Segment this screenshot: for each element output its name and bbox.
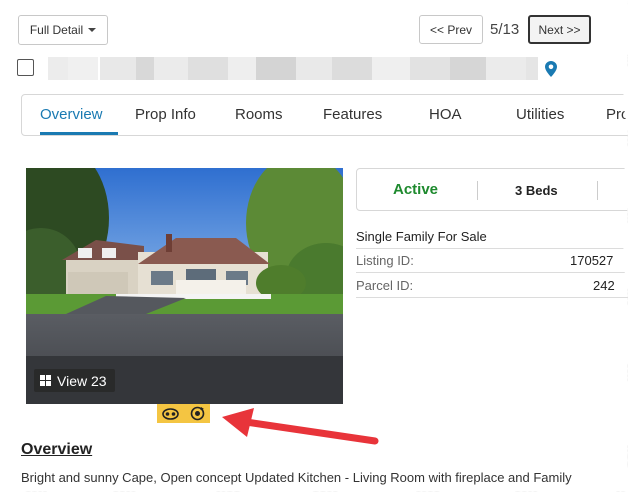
prev-button[interactable]: << Prev <box>419 15 483 44</box>
360-view-icon[interactable] <box>190 406 205 421</box>
listing-id-value: 170527 <box>570 253 614 268</box>
listing-status: Active <box>393 181 439 198</box>
beds-count: 3 Beds <box>515 183 558 198</box>
tab-utilities[interactable]: Utilities <box>516 106 564 123</box>
view-photos-button[interactable]: View 23 <box>34 369 115 392</box>
caret-down-icon <box>88 28 97 32</box>
select-listing-checkbox[interactable] <box>17 59 34 76</box>
media-icon-strip <box>157 404 210 423</box>
active-tab-indicator <box>40 132 118 135</box>
overview-description: Bright and sunny Cape, Open concept Upda… <box>21 470 572 485</box>
property-type: Single Family For Sale <box>356 229 487 244</box>
listing-id-label: Listing ID: <box>356 253 414 268</box>
tab-overview[interactable]: Overview <box>40 106 103 123</box>
status-divider <box>477 181 478 200</box>
tab-hoa[interactable]: HOA <box>429 106 462 123</box>
parcel-id-value: 242 <box>593 278 615 293</box>
property-type-row: Single Family For Sale <box>356 225 628 249</box>
tab-rooms[interactable]: Rooms <box>235 106 283 123</box>
parcel-id-row: Parcel ID: 242 <box>356 274 628 298</box>
detail-level-label: Full Detail <box>29 23 84 37</box>
tab-prop-info[interactable]: Prop Info <box>135 106 196 123</box>
red-arrow-annotation <box>222 408 379 445</box>
map-pin-icon[interactable] <box>545 61 557 77</box>
tab-features[interactable]: Features <box>323 106 382 123</box>
listing-detail-page: Full Detail << Prev 5/13 Next >> Overvie… <box>0 0 628 492</box>
status-divider <box>597 181 598 200</box>
detail-tabs: Overview Prop Info Rooms Features HOA Ut… <box>21 94 628 136</box>
parcel-id-label: Parcel ID: <box>356 278 414 293</box>
record-counter: 5/13 <box>490 21 520 38</box>
gallery-grid-icon <box>40 375 51 386</box>
detail-level-select[interactable]: Full Detail <box>18 15 108 45</box>
virtual-tour-icon[interactable] <box>162 407 180 420</box>
view-photos-label: View 23 <box>57 372 107 389</box>
tab-more[interactable]: Pro <box>606 106 628 123</box>
next-button[interactable]: Next >> <box>528 15 591 44</box>
listing-id-row: Listing ID: 170527 <box>356 249 628 273</box>
status-summary-card: Active 3 Beds <box>356 168 628 211</box>
overview-heading: Overview <box>21 441 93 458</box>
